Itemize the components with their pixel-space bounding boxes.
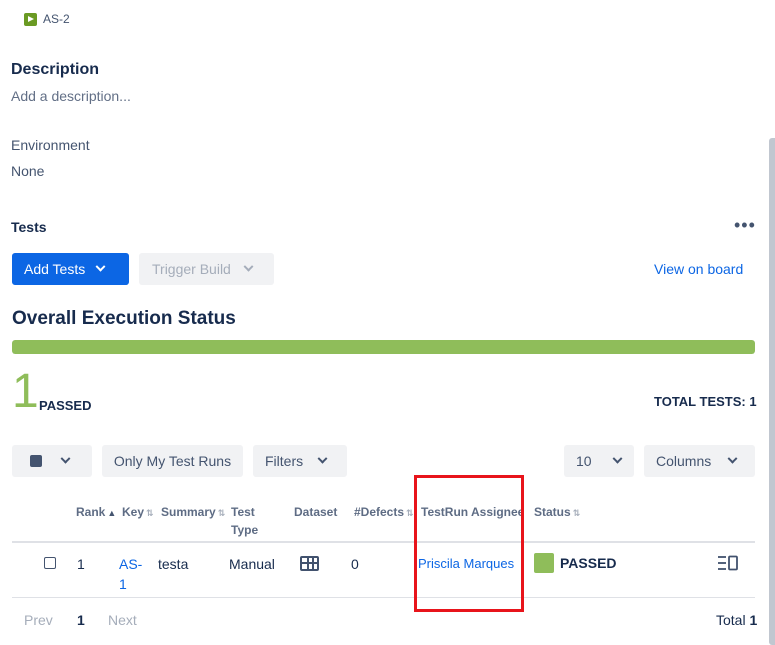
page-size-select[interactable]: 10 — [564, 445, 634, 477]
issue-key-link[interactable]: AS-2 — [24, 12, 70, 26]
chevron-down-icon — [727, 453, 738, 464]
total-count-label: Total — [716, 612, 746, 628]
add-tests-button[interactable]: Add Tests — [12, 253, 129, 285]
row-test-type: Manual — [229, 556, 275, 572]
row-key-link[interactable]: AS- 1 — [119, 554, 142, 594]
assignee-highlight-box — [414, 475, 524, 612]
table-grid-icon[interactable] — [300, 556, 319, 571]
row-key-line1: AS- — [119, 556, 143, 572]
rank-header-label: Rank — [76, 505, 106, 519]
status-header-label: Status — [534, 505, 571, 519]
test-execution-icon — [24, 12, 37, 26]
total-tests-label: TOTAL TESTS: 1 — [654, 394, 757, 409]
prev-page-button[interactable]: Prev — [24, 612, 53, 628]
row-defects: 0 — [351, 556, 359, 572]
chevron-down-icon — [317, 453, 328, 464]
column-header-test-type[interactable]: Test Type — [231, 503, 258, 539]
sort-icon: ⇅ — [406, 508, 414, 518]
row-summary: testa — [158, 556, 189, 572]
trigger-build-button: Trigger Build — [139, 253, 274, 285]
status-color-swatch — [534, 553, 554, 573]
passed-label: PASSED — [39, 398, 92, 413]
test-type-header-line1: Test — [231, 505, 255, 519]
filters-button[interactable]: Filters — [253, 445, 347, 477]
defects-header-label: #Defects — [354, 505, 405, 519]
select-all-dropdown[interactable] — [12, 445, 92, 477]
column-header-status[interactable]: Status ⇅ — [534, 503, 580, 522]
column-header-defects[interactable]: #Defects ⇅ — [354, 503, 414, 522]
vertical-scrollbar[interactable] — [769, 138, 775, 645]
column-header-dataset: Dataset — [294, 505, 338, 519]
sort-icon: ⇅ — [217, 508, 226, 518]
tests-heading: Tests — [11, 219, 47, 235]
checkbox-mixed-icon — [30, 455, 42, 467]
total-count-value: 1 — [749, 612, 758, 628]
detail-view-icon[interactable] — [718, 555, 738, 571]
next-page-button[interactable]: Next — [108, 612, 137, 628]
chevron-down-icon — [60, 453, 71, 464]
description-heading: Description — [11, 61, 100, 78]
table-row-divider — [12, 597, 755, 598]
add-tests-label: Add Tests — [24, 261, 86, 277]
total-count: Total 1 — [716, 612, 757, 628]
sort-icon: ⇅ — [146, 508, 154, 518]
chevron-down-icon — [95, 261, 106, 272]
row-key-line2: 1 — [119, 576, 127, 592]
more-horizontal-icon[interactable]: ••• — [734, 216, 756, 234]
row-checkbox[interactable] — [44, 557, 56, 569]
summary-header-label: Summary — [161, 505, 216, 519]
progress-fill-passed — [12, 340, 755, 354]
column-header-summary[interactable]: Summary ⇅ — [161, 503, 225, 522]
chevron-down-icon — [612, 453, 623, 464]
only-my-test-runs-button[interactable]: Only My Test Runs — [102, 445, 243, 477]
sort-icon: ⇅ — [572, 508, 581, 518]
row-rank: 1 — [77, 556, 85, 572]
execution-progress-bar — [12, 340, 755, 354]
current-page-number[interactable]: 1 — [77, 612, 85, 628]
issue-key-text: AS-2 — [43, 12, 70, 26]
row-status[interactable]: PASSED — [560, 555, 617, 571]
columns-label: Columns — [656, 453, 712, 469]
filters-label: Filters — [265, 453, 304, 469]
page-size-value: 10 — [576, 453, 592, 469]
test-type-header-line2: Type — [231, 523, 259, 537]
description-field[interactable]: Add a description... — [11, 88, 131, 104]
column-header-rank[interactable]: Rank ▲ — [76, 503, 116, 522]
view-on-board-link[interactable]: View on board — [654, 261, 743, 277]
column-header-key[interactable]: Key ⇅ — [122, 503, 154, 522]
environment-value[interactable]: None — [11, 163, 44, 179]
key-header-label: Key — [122, 505, 145, 519]
chevron-down-icon — [243, 261, 254, 272]
table-header-divider — [12, 541, 755, 543]
trigger-build-label: Trigger Build — [152, 261, 231, 277]
sort-asc-icon: ▲ — [107, 508, 117, 518]
overall-status-heading: Overall Execution Status — [12, 308, 236, 329]
passed-count: 1 — [12, 365, 39, 418]
environment-heading: Environment — [11, 137, 90, 153]
columns-button[interactable]: Columns — [644, 445, 755, 477]
